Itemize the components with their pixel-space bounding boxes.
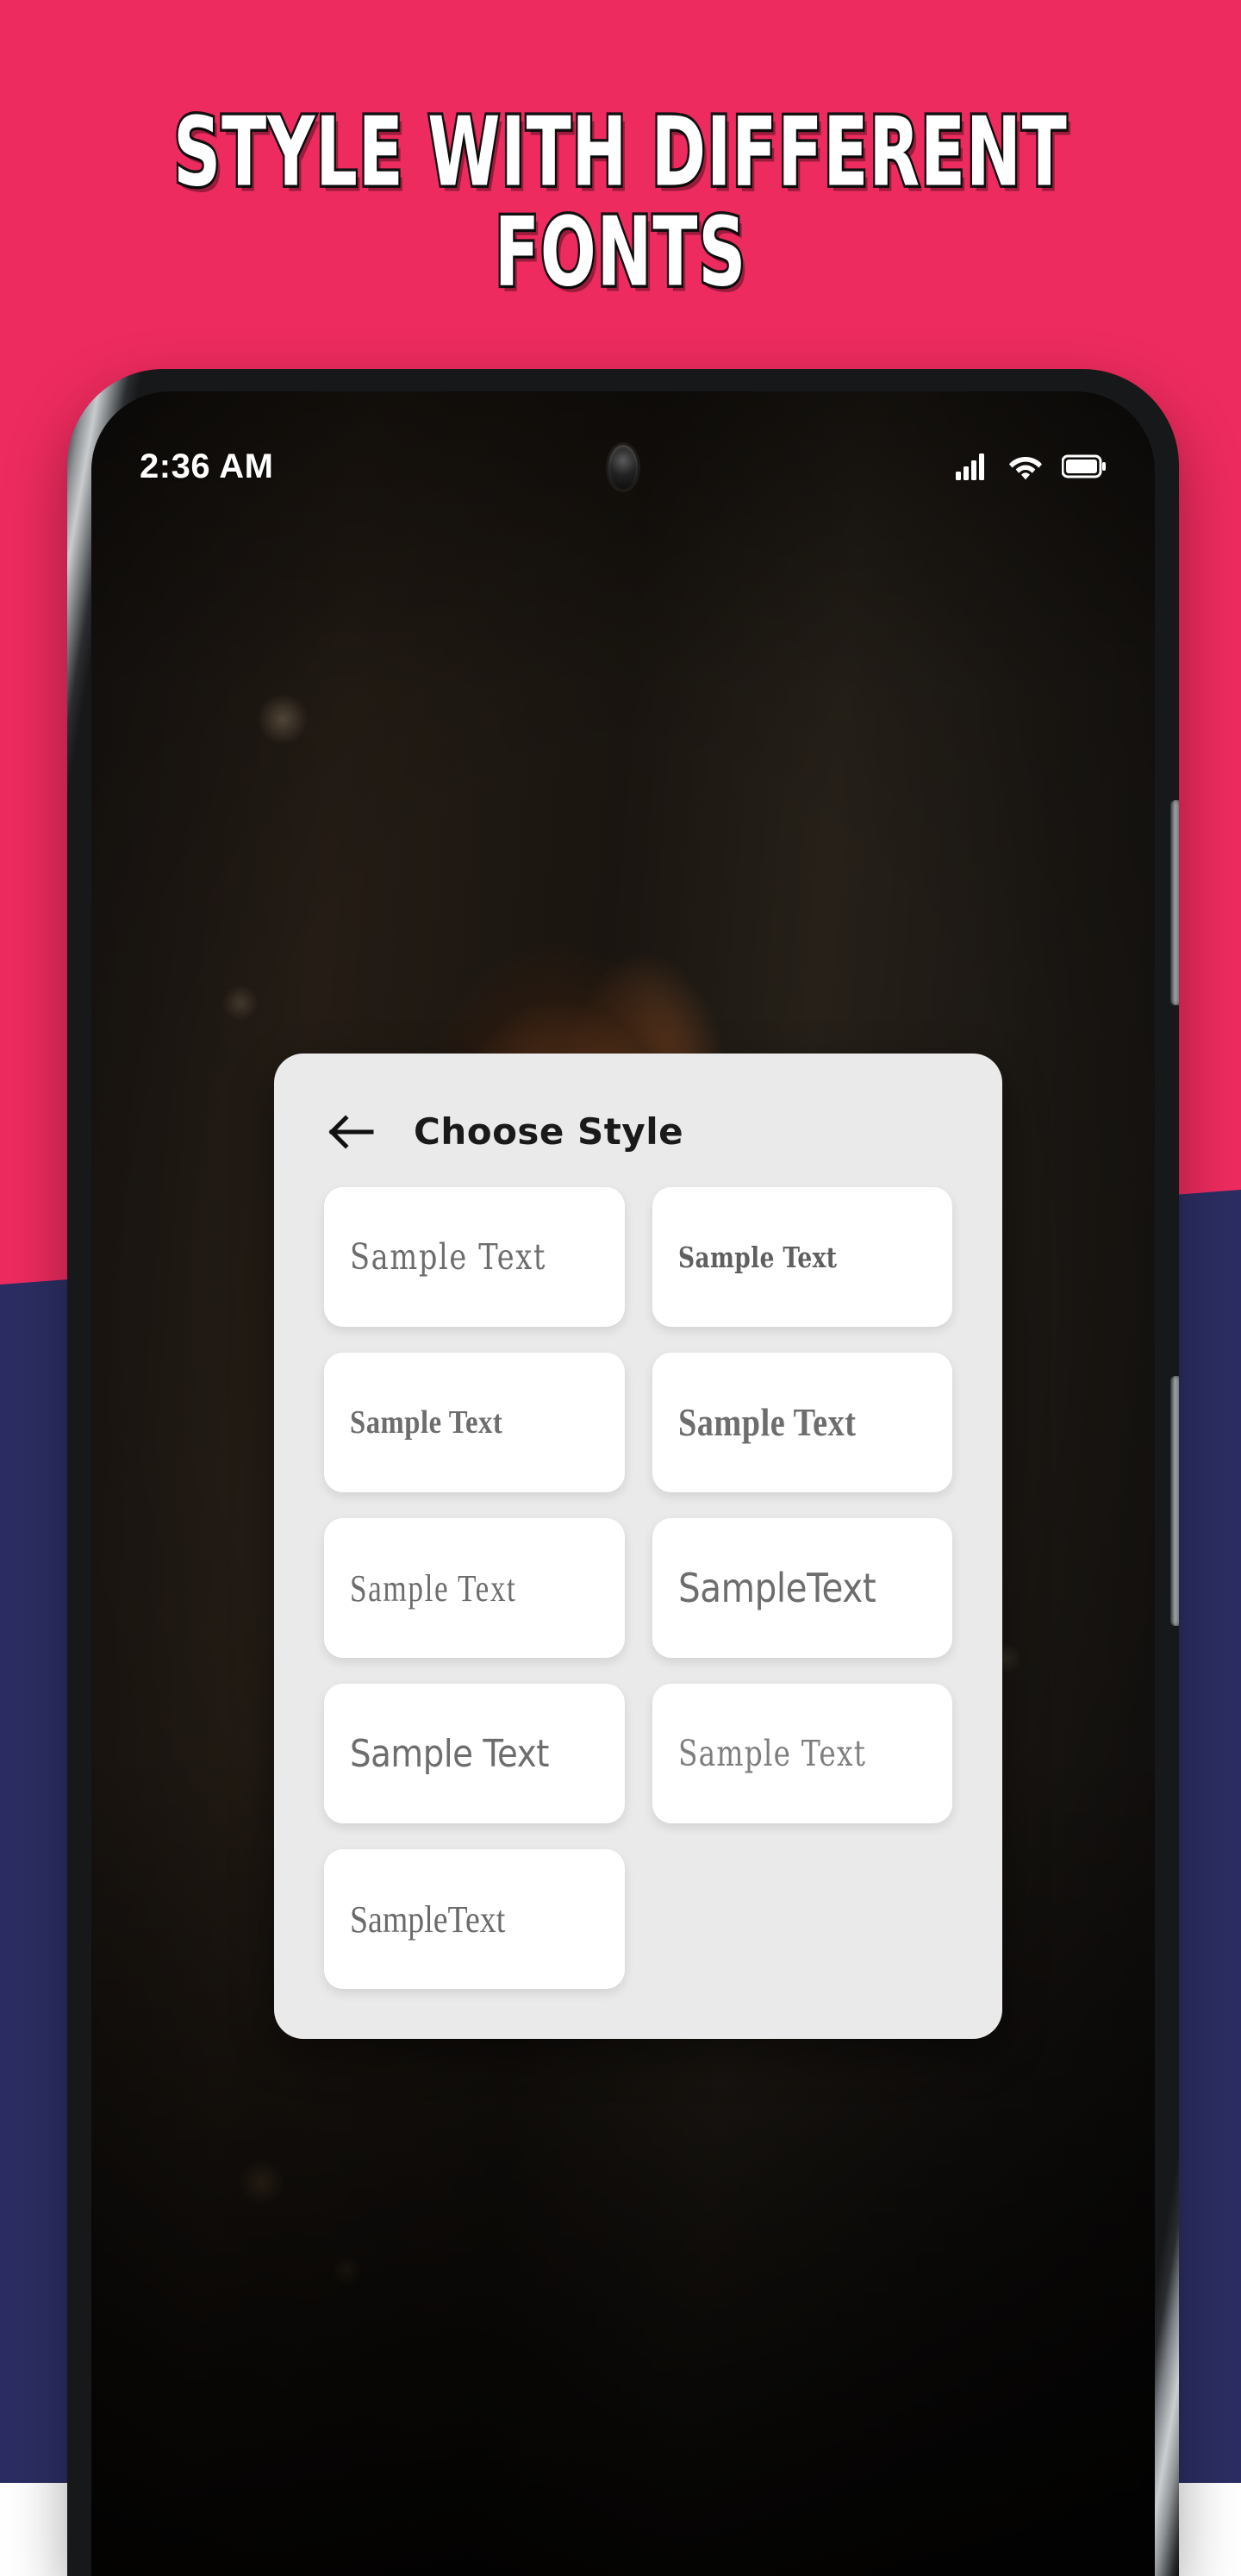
font-sample-label: Sample Text: [350, 1732, 549, 1776]
font-style-card[interactable]: Sample Text: [324, 1353, 625, 1492]
choose-style-dialog: Choose Style Sample Text Sample Text Sam…: [274, 1054, 1002, 2039]
font-sample-label: Sample Text: [350, 1236, 546, 1278]
font-style-card[interactable]: SampleText: [324, 1849, 625, 1989]
font-sample-label: Sample Text: [678, 1400, 856, 1445]
dialog-title: Choose Style: [414, 1110, 683, 1153]
font-style-card[interactable]: SampleText: [652, 1518, 953, 1658]
font-sample-label: SampleText: [350, 1898, 505, 1941]
status-bar-icons: [955, 453, 1107, 480]
font-sample-label: Sample Text: [350, 1404, 502, 1441]
font-style-card[interactable]: Sample Text: [324, 1518, 625, 1658]
dialog-header: Choose Style: [274, 1054, 1002, 1187]
promo-headline: STYLE WITH DIFFERENT FONTS: [43, 103, 1197, 303]
back-button[interactable]: [327, 1112, 377, 1152]
arrow-left-icon: [328, 1113, 377, 1151]
status-bar-clock: 2:36 AM: [140, 447, 273, 486]
font-sample-label: Sample Text: [678, 1733, 866, 1774]
signal-icon: [955, 453, 989, 480]
font-style-card[interactable]: Sample Text: [652, 1187, 953, 1327]
font-style-card[interactable]: Sample Text: [652, 1684, 953, 1823]
volume-rocker-button[interactable]: [1170, 800, 1179, 1005]
font-sample-label: Sample Text: [678, 1241, 837, 1274]
front-camera-icon: [608, 445, 638, 490]
battery-icon: [1062, 453, 1107, 480]
phone-mockup: 2:36 AM: [67, 369, 1179, 2576]
power-button[interactable]: [1170, 1376, 1179, 1626]
wifi-icon: [1008, 453, 1043, 480]
font-style-card[interactable]: Sample Text: [324, 1684, 625, 1823]
font-style-card[interactable]: Sample Text: [652, 1353, 953, 1492]
phone-screen: 2:36 AM: [91, 391, 1155, 2576]
font-style-card[interactable]: Sample Text: [324, 1187, 625, 1327]
font-sample-label: Sample Text: [350, 1566, 516, 1610]
font-style-grid: Sample Text Sample Text Sample Text Samp…: [274, 1187, 1002, 1989]
font-sample-label: SampleText: [678, 1565, 876, 1611]
